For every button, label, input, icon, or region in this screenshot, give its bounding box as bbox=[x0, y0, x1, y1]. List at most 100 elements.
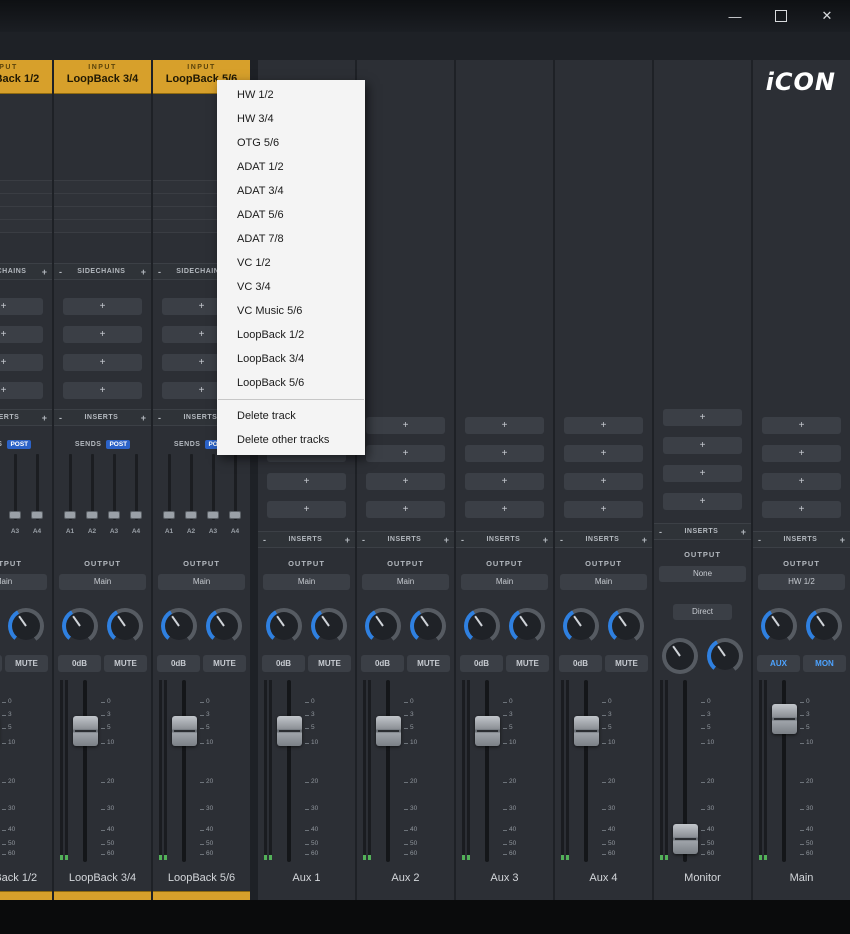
add-slot-button[interactable]: + bbox=[762, 445, 841, 462]
inserts-add-icon[interactable]: + bbox=[543, 535, 548, 545]
inserts-remove-icon[interactable]: - bbox=[659, 527, 662, 537]
gain-reset-button[interactable]: 0dB bbox=[262, 655, 305, 672]
inserts-remove-icon[interactable]: - bbox=[158, 413, 161, 423]
send-fader-handle[interactable] bbox=[86, 511, 98, 519]
gain-reset-button[interactable]: 0dB bbox=[157, 655, 200, 672]
send-fader-handle[interactable] bbox=[31, 511, 43, 519]
send-slot[interactable]: A4 bbox=[126, 452, 146, 544]
sidechains-remove-icon[interactable]: - bbox=[158, 267, 161, 277]
context-menu-item[interactable]: HW 1/2 bbox=[217, 83, 365, 107]
send-slot[interactable]: A4 bbox=[225, 452, 245, 544]
add-slot-button[interactable]: + bbox=[63, 382, 142, 399]
volume-fader-handle[interactable] bbox=[277, 716, 302, 746]
context-menu-item[interactable]: ADAT 3/4 bbox=[217, 179, 365, 203]
add-slot-button[interactable]: + bbox=[267, 473, 346, 490]
channel-knob-left[interactable] bbox=[161, 608, 197, 644]
volume-fader-track[interactable] bbox=[287, 680, 291, 862]
inserts-bar[interactable]: - INSERTS + bbox=[456, 531, 553, 548]
context-menu-item[interactable]: ADAT 1/2 bbox=[217, 155, 365, 179]
add-slot-button[interactable]: + bbox=[0, 326, 43, 343]
channel-knob-right[interactable] bbox=[806, 608, 842, 644]
gain-reset-button[interactable]: 0dB bbox=[460, 655, 503, 672]
gain-reset-button[interactable]: 0dB bbox=[0, 655, 2, 672]
context-menu-item-delete-other-tracks[interactable]: Delete other tracks bbox=[217, 428, 365, 452]
volume-fader-track[interactable] bbox=[386, 680, 390, 862]
sidechains-bar[interactable]: - SIDECHAINS + bbox=[0, 263, 52, 280]
inserts-bar[interactable]: - INSERTS + bbox=[555, 531, 652, 548]
add-slot-button[interactable]: + bbox=[762, 473, 841, 490]
add-slot-button[interactable]: + bbox=[0, 298, 43, 315]
context-menu-item[interactable]: VC Music 5/6 bbox=[217, 299, 365, 323]
add-slot-button[interactable]: + bbox=[762, 417, 841, 434]
channel-knob-left[interactable] bbox=[62, 608, 98, 644]
sidechains-add-icon[interactable]: + bbox=[141, 267, 146, 277]
inserts-bar[interactable]: - INSERTS + bbox=[0, 409, 52, 426]
module-row[interactable] bbox=[54, 181, 151, 194]
add-slot-button[interactable]: + bbox=[366, 445, 445, 462]
add-slot-button[interactable]: + bbox=[465, 473, 544, 490]
send-slot[interactable]: A1 bbox=[60, 452, 80, 544]
add-slot-button[interactable]: + bbox=[63, 326, 142, 343]
channel-knob-left[interactable] bbox=[365, 608, 401, 644]
channel-knob-right[interactable] bbox=[608, 608, 644, 644]
output-select-button[interactable]: Main bbox=[263, 574, 350, 590]
sidechains-remove-icon[interactable]: - bbox=[59, 267, 62, 277]
add-slot-button[interactable]: + bbox=[366, 501, 445, 518]
sidechains-bar[interactable]: - SIDECHAINS + bbox=[54, 263, 151, 280]
output-select-button[interactable]: Main bbox=[158, 574, 245, 590]
inserts-remove-icon[interactable]: - bbox=[461, 535, 464, 545]
input-source-header[interactable]: INPUT LoopBack 1/2 bbox=[0, 60, 52, 94]
module-row[interactable] bbox=[0, 207, 52, 220]
volume-fader-track[interactable] bbox=[182, 680, 186, 862]
channel-knob-right[interactable] bbox=[410, 608, 446, 644]
module-row[interactable] bbox=[0, 181, 52, 194]
add-slot-button[interactable]: + bbox=[663, 437, 742, 454]
inserts-add-icon[interactable]: + bbox=[42, 413, 47, 423]
direct-monitor-button[interactable]: Direct bbox=[673, 604, 732, 620]
output-select-button[interactable]: None bbox=[659, 566, 746, 582]
inserts-bar[interactable]: - INSERTS + bbox=[258, 531, 355, 548]
send-slot[interactable]: A2 bbox=[0, 452, 3, 544]
mute-button[interactable]: MUTE bbox=[5, 655, 48, 672]
volume-fader-track[interactable] bbox=[584, 680, 588, 862]
add-slot-button[interactable]: + bbox=[0, 382, 43, 399]
module-row[interactable] bbox=[0, 220, 52, 233]
post-toggle[interactable]: POST bbox=[7, 439, 32, 449]
send-fader-handle[interactable] bbox=[163, 511, 175, 519]
inserts-add-icon[interactable]: + bbox=[642, 535, 647, 545]
add-slot-button[interactable]: + bbox=[465, 417, 544, 434]
send-slot[interactable]: A2 bbox=[181, 452, 201, 544]
volume-fader-track[interactable] bbox=[83, 680, 87, 862]
channel-knob-left[interactable] bbox=[266, 608, 302, 644]
context-menu-item[interactable]: ADAT 7/8 bbox=[217, 227, 365, 251]
channel-knob-right[interactable] bbox=[8, 608, 44, 644]
add-slot-button[interactable]: + bbox=[63, 354, 142, 371]
add-slot-button[interactable]: + bbox=[465, 501, 544, 518]
channel-knob-right[interactable] bbox=[509, 608, 545, 644]
post-toggle[interactable]: POST bbox=[106, 439, 131, 449]
output-select-button[interactable]: Main bbox=[59, 574, 146, 590]
mute-button[interactable]: MUTE bbox=[506, 655, 549, 672]
channel-knob-left[interactable] bbox=[761, 608, 797, 644]
output-select-button[interactable]: HW 1/2 bbox=[758, 574, 845, 590]
context-menu-item[interactable]: OTG 5/6 bbox=[217, 131, 365, 155]
maximize-button[interactable] bbox=[758, 0, 804, 32]
send-fader-handle[interactable] bbox=[64, 511, 76, 519]
send-slot[interactable]: A4 bbox=[27, 452, 47, 544]
context-menu-item[interactable]: LoopBack 1/2 bbox=[217, 323, 365, 347]
output-select-button[interactable]: Main bbox=[560, 574, 647, 590]
mute-button[interactable]: MUTE bbox=[605, 655, 648, 672]
output-select-button[interactable]: Main bbox=[362, 574, 449, 590]
inserts-bar[interactable]: - INSERTS + bbox=[654, 523, 751, 540]
context-menu-item[interactable]: LoopBack 5/6 bbox=[217, 371, 365, 395]
gain-reset-button[interactable]: 0dB bbox=[58, 655, 101, 672]
volume-fader-handle[interactable] bbox=[673, 824, 698, 854]
module-row[interactable] bbox=[54, 194, 151, 207]
context-menu-item-delete-track[interactable]: Delete track bbox=[217, 404, 365, 428]
mon-monitor-button[interactable]: MON bbox=[803, 655, 846, 672]
volume-fader-handle[interactable] bbox=[772, 704, 797, 734]
add-slot-button[interactable]: + bbox=[366, 417, 445, 434]
add-slot-button[interactable]: + bbox=[564, 473, 643, 490]
mute-button[interactable]: MUTE bbox=[203, 655, 246, 672]
module-row[interactable] bbox=[0, 194, 52, 207]
